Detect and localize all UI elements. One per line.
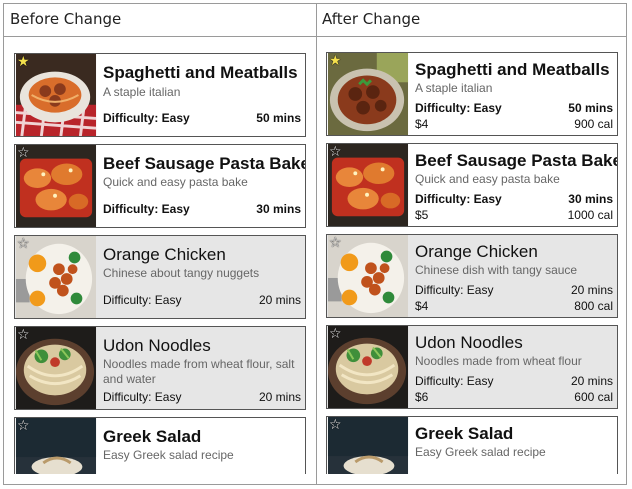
recipe-description: Noodles made from wheat flour, salt and … [103, 357, 295, 386]
recipe-difficulty: Difficulty: Easy [415, 283, 494, 297]
recipe-card-pasta-bake[interactable]: ☆ Beef Sausage Pasta Bake Quick and easy… [14, 144, 306, 228]
recipe-card-orange-chicken[interactable]: ☆ Orange Chicken Chinese dish with tangy… [326, 234, 618, 318]
recipe-title: Greek Salad [103, 427, 202, 446]
recipe-calories: 800 cal [574, 299, 613, 313]
star-icon[interactable]: ☆ [329, 417, 342, 431]
recipe-description: Noodles made from wheat flour [415, 354, 582, 368]
recipe-time: 30 mins [568, 192, 613, 206]
recipe-time: 20 mins [570, 374, 613, 388]
recipe-description: Chinese dish with tangy sauce [415, 263, 578, 277]
recipe-description: Easy Greek salad recipe [415, 445, 546, 459]
recipe-difficulty: Difficulty: Easy [415, 374, 494, 388]
recipe-difficulty: Difficulty: Easy [103, 390, 182, 404]
recipe-time: 30 mins [256, 202, 301, 216]
recipe-time: 20 mins [570, 283, 613, 297]
recipe-difficulty: Difficulty: Easy [103, 202, 190, 216]
recipe-card-spaghetti[interactable]: ★ Spaghetti and Meatballs A staple itali… [14, 53, 306, 137]
star-icon[interactable]: ☆ [17, 236, 30, 250]
recipe-description: Quick and easy pasta bake [415, 172, 560, 186]
recipe-card-greek-salad[interactable]: ☆ Greek Salad Easy Greek salad recipe [326, 416, 618, 474]
recipe-price: $6 [415, 390, 429, 404]
star-icon[interactable]: ☆ [329, 144, 342, 158]
after-recipe-list[interactable]: ★ Spaghetti and Meatballs A staple itali… [326, 48, 620, 474]
star-icon[interactable]: ☆ [329, 326, 342, 340]
recipe-difficulty: Difficulty: Easy [103, 111, 190, 125]
recipe-title: Greek Salad [415, 424, 514, 443]
recipe-difficulty: Difficulty: Easy [415, 101, 502, 115]
recipe-difficulty: Difficulty: Easy [103, 293, 182, 307]
recipe-description: A staple italian [103, 85, 181, 99]
recipe-card-greek-salad[interactable]: ☆ Greek Salad Easy Greek salad recipe [14, 417, 306, 474]
recipe-time: 50 mins [568, 101, 613, 115]
recipe-time: 20 mins [258, 293, 301, 307]
header-divider [4, 36, 626, 37]
star-icon[interactable]: ★ [17, 54, 30, 68]
recipe-card-udon[interactable]: ☆ Udon Noodles Noodles made from wheat f… [14, 326, 306, 410]
recipe-time: 20 mins [258, 390, 301, 404]
recipe-title: Spaghetti and Meatballs [415, 60, 610, 79]
star-icon[interactable]: ★ [329, 53, 342, 67]
column-divider [316, 4, 317, 484]
after-column-header: After Change [322, 10, 421, 28]
recipe-title: Udon Noodles [415, 333, 523, 352]
recipe-title: Orange Chicken [415, 242, 538, 261]
recipe-difficulty: Difficulty: Easy [415, 192, 502, 206]
recipe-description: Chinese about tangy nuggets [103, 266, 260, 280]
recipe-calories: 1000 cal [567, 208, 613, 222]
recipe-calories: 600 cal [574, 390, 613, 404]
star-icon[interactable]: ☆ [329, 235, 342, 249]
star-icon[interactable]: ☆ [17, 145, 30, 159]
recipe-price: $5 [415, 208, 429, 222]
comparison-table: Before Change After Change ★ Spaghetti a… [3, 3, 627, 485]
recipe-title: Spaghetti and Meatballs [103, 63, 298, 82]
star-icon[interactable]: ☆ [17, 418, 30, 432]
star-icon[interactable]: ☆ [17, 327, 30, 341]
recipe-description: Easy Greek salad recipe [103, 448, 234, 462]
recipe-calories: 900 cal [574, 117, 613, 131]
recipe-card-spaghetti[interactable]: ★ Spaghetti and Meatballs A staple itali… [326, 52, 618, 136]
recipe-card-udon[interactable]: ☆ Udon Noodles Noodles made from wheat f… [326, 325, 618, 409]
recipe-title: Beef Sausage Pasta Bake [415, 151, 618, 170]
recipe-card-pasta-bake[interactable]: ☆ Beef Sausage Pasta Bake Quick and easy… [326, 143, 618, 227]
recipe-time: 50 mins [256, 111, 301, 125]
before-column-header: Before Change [10, 10, 122, 28]
recipe-title: Udon Noodles [103, 336, 211, 355]
recipe-title: Beef Sausage Pasta Bake [103, 154, 306, 173]
recipe-price: $4 [415, 299, 429, 313]
recipe-price: $4 [415, 117, 429, 131]
before-recipe-list[interactable]: ★ Spaghetti and Meatballs A staple itali… [14, 48, 308, 474]
recipe-title: Orange Chicken [103, 245, 226, 264]
recipe-description: A staple italian [415, 81, 493, 95]
recipe-description: Quick and easy pasta bake [103, 175, 248, 189]
recipe-card-orange-chicken[interactable]: ☆ Orange Chicken Chinese about tangy nug… [14, 235, 306, 319]
